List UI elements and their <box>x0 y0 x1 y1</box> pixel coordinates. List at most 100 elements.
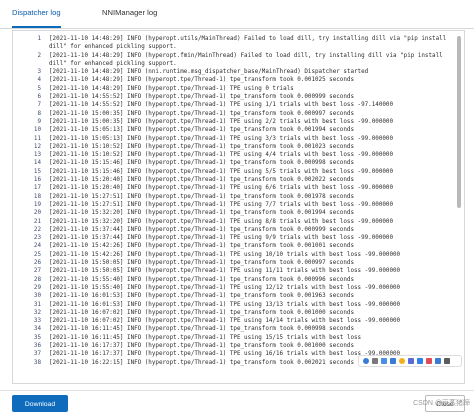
log-text: dill" for enhanced pickling support. <box>49 60 177 67</box>
log-line: 36 [2021-11-10 16:17:37] INFO (hyperopt.t… <box>13 342 453 350</box>
shirt-icon[interactable] <box>435 358 441 364</box>
line-number: 33 <box>33 318 41 325</box>
log-line: 14 [2021-11-10 15:15:46] INFO (hyperopt.t… <box>13 159 453 167</box>
line-number: 3 <box>37 69 41 76</box>
log-text: [2021-11-10 16:01:53] INFO (hyperopt.tpe… <box>49 293 354 300</box>
line-number: 19 <box>33 201 41 208</box>
log-text: [2021-11-10 15:27:51] INFO (hyperopt.tpe… <box>49 201 394 208</box>
log-line: 31 [2021-11-10 16:01:53] INFO (hyperopt.t… <box>13 301 453 309</box>
bell-icon[interactable] <box>426 358 432 364</box>
log-viewer[interactable]: 1 [2021-11-10 14:48:29] INFO (hyperopt.ut… <box>12 30 465 384</box>
log-text: [2021-11-10 16:07:02] INFO (hyperopt.tpe… <box>49 309 354 316</box>
log-text: [2021-11-10 15:15:46] INFO (hyperopt.tpe… <box>49 168 394 175</box>
log-text: [2021-11-10 16:11:45] INFO (hyperopt.tpe… <box>49 334 362 341</box>
log-line: 17 [2021-11-10 15:20:40] INFO (hyperopt.t… <box>13 184 453 192</box>
log-text: [2021-11-10 15:55:40] INFO (hyperopt.tpe… <box>49 276 354 283</box>
log-text: [2021-11-10 15:37:44] INFO (hyperopt.tpe… <box>49 226 354 233</box>
log-text: [2021-11-10 15:32:20] INFO (hyperopt.tpe… <box>49 218 394 225</box>
line-number: 14 <box>33 160 41 167</box>
log-line: 2 [2021-11-10 14:48:29] INFO (hyperopt.fm… <box>13 52 453 60</box>
log-text: [2021-11-10 16:07:02] INFO (hyperopt.tpe… <box>49 318 401 325</box>
log-text: [2021-11-10 16:17:37] INFO (hyperopt.tpe… <box>49 351 401 358</box>
line-number: 36 <box>33 342 41 349</box>
log-text: [2021-11-10 16:17:37] INFO (hyperopt.tpe… <box>49 342 354 349</box>
log-line: 25 [2021-11-10 15:42:26] INFO (hyperopt.t… <box>13 251 453 259</box>
line-number: 2 <box>37 52 41 59</box>
line-number: 12 <box>33 143 41 150</box>
log-line: 11 [2021-11-10 15:05:13] INFO (hyperopt.t… <box>13 135 453 143</box>
line-number: 23 <box>33 235 41 242</box>
chevron-down-icon[interactable] <box>372 358 378 364</box>
log-text: [2021-11-10 15:20:40] INFO (hyperopt.tpe… <box>49 177 354 184</box>
log-line: 6 [2021-11-10 14:55:52] INFO (hyperopt.tp… <box>13 93 453 101</box>
line-number: 13 <box>33 152 41 159</box>
line-number: 17 <box>33 185 41 192</box>
dialog-footer <box>0 390 474 415</box>
log-dialog: Dispatcher log NNIManager log 1 [2021-11-… <box>0 0 474 415</box>
log-line: 21 [2021-11-10 15:32:20] INFO (hyperopt.t… <box>13 218 453 226</box>
log-line: 29 [2021-11-10 15:55:40] INFO (hyperopt.t… <box>13 284 453 292</box>
log-text: [2021-11-10 16:01:53] INFO (hyperopt.tpe… <box>49 301 401 308</box>
mic-icon[interactable] <box>381 358 387 364</box>
tab-dispatcher-log[interactable]: Dispatcher log <box>12 7 61 28</box>
close-button[interactable]: Close <box>425 395 465 412</box>
line-number: 34 <box>33 326 41 333</box>
log-text: [2021-11-10 15:20:40] INFO (hyperopt.tpe… <box>49 185 394 192</box>
log-text: [2021-11-10 15:42:26] INFO (hyperopt.tpe… <box>49 243 354 250</box>
log-line: 7 [2021-11-10 14:55:52] INFO (hyperopt.tp… <box>13 101 453 109</box>
log-text: [2021-11-10 16:11:45] INFO (hyperopt.tpe… <box>49 326 354 333</box>
image-icon[interactable] <box>417 358 423 364</box>
log-line: 23 [2021-11-10 15:37:44] INFO (hyperopt.t… <box>13 234 453 242</box>
log-line: 12 [2021-11-10 15:10:52] INFO (hyperopt.t… <box>13 143 453 151</box>
download-button[interactable]: Download <box>12 395 68 412</box>
line-number: 10 <box>33 127 41 134</box>
line-number: 25 <box>33 251 41 258</box>
log-text: [2021-11-10 15:00:35] INFO (hyperopt.tpe… <box>49 110 354 117</box>
log-line: 19 [2021-11-10 15:27:51] INFO (hyperopt.t… <box>13 201 453 209</box>
emoji-icon[interactable] <box>399 358 405 364</box>
line-number: 32 <box>33 309 41 316</box>
log-line: 27 [2021-11-10 15:50:05] INFO (hyperopt.t… <box>13 267 453 275</box>
line-number: 28 <box>33 276 41 283</box>
circle-icon[interactable] <box>363 358 369 364</box>
line-number: 4 <box>37 77 41 84</box>
log-line: dill" for enhanced pickling support. <box>13 60 453 68</box>
grid-icon[interactable] <box>444 358 450 364</box>
line-number: 6 <box>37 94 41 101</box>
line-number: 26 <box>33 260 41 267</box>
line-number <box>13 43 41 51</box>
pen-icon[interactable] <box>390 358 396 364</box>
log-line: 33 [2021-11-10 16:07:02] INFO (hyperopt.t… <box>13 317 453 325</box>
log-line: 26 [2021-11-10 15:50:05] INFO (hyperopt.t… <box>13 259 453 267</box>
log-text: [2021-11-10 15:00:35] INFO (hyperopt.tpe… <box>49 118 394 125</box>
scroll-thumb[interactable] <box>457 36 461 208</box>
log-text: [2021-11-10 14:48:29] INFO (hyperopt.fmi… <box>49 52 443 59</box>
line-number: 1 <box>37 36 41 42</box>
line-number: 18 <box>33 193 41 200</box>
log-line: 20 [2021-11-10 15:32:20] INFO (hyperopt.t… <box>13 209 453 217</box>
line-number: 20 <box>33 210 41 217</box>
log-text: [2021-11-10 14:55:52] INFO (hyperopt.tpe… <box>49 94 354 101</box>
line-number: 27 <box>33 268 41 275</box>
log-text: [2021-11-10 15:50:05] INFO (hyperopt.tpe… <box>49 260 354 267</box>
log-line: 4 [2021-11-10 14:48:29] INFO (hyperopt.tp… <box>13 76 453 84</box>
line-number: 37 <box>33 351 41 358</box>
line-number: 31 <box>33 301 41 308</box>
log-line: 30 [2021-11-10 16:01:53] INFO (hyperopt.t… <box>13 292 453 300</box>
log-line: 1 [2021-11-10 14:48:29] INFO (hyperopt.ut… <box>13 35 453 43</box>
log-text: [2021-11-10 16:22:15] INFO (hyperopt.tpe… <box>49 359 354 366</box>
log-text: [2021-11-10 14:48:29] INFO (nni.runtime.… <box>49 69 369 76</box>
tab-bar: Dispatcher log NNIManager log <box>0 0 474 29</box>
log-text: [2021-11-10 15:42:26] INFO (hyperopt.tpe… <box>49 251 401 258</box>
log-line: 16 [2021-11-10 15:20:40] INFO (hyperopt.t… <box>13 176 453 184</box>
tab-nnimanager-log[interactable]: NNIManager log <box>102 7 157 26</box>
log-text: [2021-11-10 15:27:51] INFO (hyperopt.tpe… <box>49 193 354 200</box>
line-number: 9 <box>37 118 41 125</box>
log-line: 18 [2021-11-10 15:27:51] INFO (hyperopt.t… <box>13 193 453 201</box>
log-text: [2021-11-10 14:55:52] INFO (hyperopt.tpe… <box>49 102 394 109</box>
log-scrollbar[interactable] <box>456 33 462 379</box>
log-line: 32 [2021-11-10 16:07:02] INFO (hyperopt.t… <box>13 309 453 317</box>
floating-toolbar <box>358 355 462 367</box>
log-text: dill" for enhanced pickling support. <box>49 44 177 51</box>
sparkle-icon[interactable] <box>408 358 414 364</box>
